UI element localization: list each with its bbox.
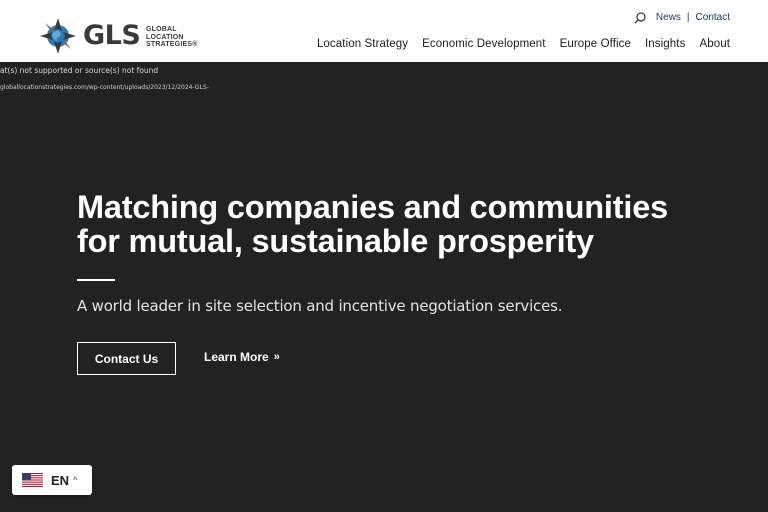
nav-item-about[interactable]: About xyxy=(699,38,730,50)
contact-us-button[interactable]: Contact Us xyxy=(77,342,176,375)
broken-image-url: globallocationstrategies.com/wp-content/… xyxy=(0,84,209,91)
us-flag-icon xyxy=(22,473,43,487)
main-nav: Location Strategy Economic Development E… xyxy=(303,38,730,50)
utility-nav: News | Contact xyxy=(634,10,730,24)
compass-globe-icon xyxy=(40,18,76,54)
nav-separator: | xyxy=(686,11,690,23)
broken-image-message: at(s) not supported or source(s) not fou… xyxy=(0,66,159,75)
logo-subtitle-line: GLOBAL xyxy=(146,26,177,33)
logo-wordmark: GLS xyxy=(83,20,141,51)
nav-news-link[interactable]: News xyxy=(656,12,681,23)
logo-subtitle-line: LOCATION xyxy=(146,33,184,41)
nav-contact-link[interactable]: Contact xyxy=(696,12,730,23)
language-selector[interactable]: EN ^ xyxy=(12,465,92,495)
learn-more-button[interactable]: Learn More » xyxy=(204,350,280,364)
gls-logo[interactable]: GLS GLOBAL LOCATION STRATEGIES® xyxy=(39,17,209,57)
site-header: GLS GLOBAL LOCATION STRATEGIES® News | C… xyxy=(0,0,768,62)
nav-item-economic-development[interactable]: Economic Development xyxy=(422,38,545,50)
hero-divider xyxy=(77,279,115,281)
chevron-up-icon: ^ xyxy=(73,475,78,485)
language-code: EN xyxy=(51,472,70,488)
nav-item-insights[interactable]: Insights xyxy=(645,38,685,50)
chevron-right-icon: » xyxy=(273,351,280,363)
hero-title: Matching companies and communities for m… xyxy=(77,189,668,259)
learn-more-label: Learn More xyxy=(204,350,269,364)
hero-subtitle: A world leader in site selection and inc… xyxy=(77,297,563,315)
nav-item-europe-office[interactable]: Europe Office xyxy=(560,38,631,50)
logo-subtitle: GLOBAL LOCATION STRATEGIES® xyxy=(146,26,216,49)
nav-item-location-strategy[interactable]: Location Strategy xyxy=(317,38,408,50)
logo-subtitle-line: STRATEGIES® xyxy=(146,41,198,48)
search-icon[interactable] xyxy=(634,12,646,24)
